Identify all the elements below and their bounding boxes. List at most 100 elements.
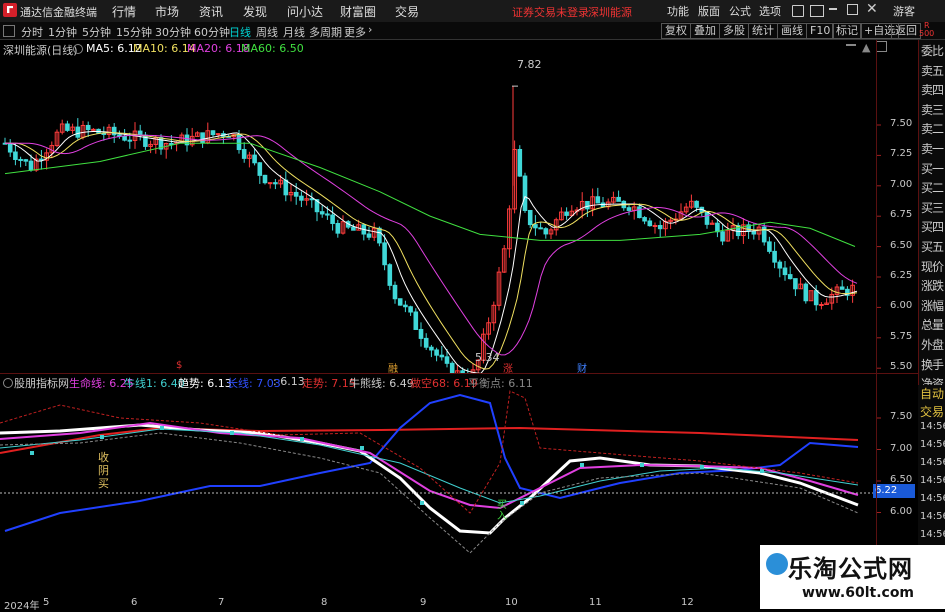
menu-jiaoyi[interactable]: 交易 — [395, 3, 419, 20]
period-15min[interactable]: 15分钟 — [116, 24, 152, 40]
menu-shichang[interactable]: 市场 — [155, 3, 179, 20]
candle-body — [538, 227, 543, 230]
quote-item-3: 卖三 — [921, 102, 944, 117]
candle-body — [241, 149, 247, 159]
candle-body — [777, 261, 783, 269]
quote-item-14: 总量 — [921, 318, 944, 333]
quote-item-10: 买五 — [921, 240, 944, 254]
candle-body — [839, 286, 845, 290]
chevron-right-icon[interactable]: › — [368, 23, 372, 36]
huaxian-button[interactable]: 画线 — [777, 23, 807, 39]
candle-body — [13, 151, 18, 160]
watermark-url: www.60lt.com — [802, 585, 915, 601]
candle-body — [517, 148, 523, 177]
trade-item-1[interactable]: 交易 — [920, 403, 945, 420]
candle-body — [122, 135, 127, 141]
r-500-label: 500 — [919, 29, 935, 38]
candle-body — [434, 349, 439, 356]
period-more[interactable]: 更多 — [344, 24, 366, 40]
menu-zixun[interactable]: 资讯 — [199, 3, 223, 20]
candle-body — [252, 154, 257, 164]
candle-body — [293, 191, 299, 197]
price-tick-8: 5.50 — [890, 361, 913, 372]
axis-label-10: 10 — [505, 597, 518, 608]
candle-body — [236, 134, 242, 151]
menu-hangqing[interactable]: 行情 — [112, 3, 136, 20]
biaoji-button[interactable]: 标记 — [832, 23, 862, 39]
candle-body — [351, 226, 356, 231]
period-fenshi[interactable]: 分时 — [21, 24, 43, 40]
app-title: 通达信金融终端 — [20, 6, 97, 19]
candlestick-chart[interactable]: 深圳能源(日线) MA5: 6.12 MA10: 6.14 MA20: 6.18… — [0, 40, 918, 375]
quote-item-12: 涨跌 — [921, 279, 944, 294]
fuquan-button[interactable]: 复权 — [661, 23, 691, 39]
buy-annotation: 收阴买 — [98, 451, 109, 490]
period-60min[interactable]: 60分钟 — [194, 24, 230, 40]
duogu-button[interactable]: 多股 — [719, 23, 749, 39]
app-logo-icon — [3, 3, 17, 17]
quote-item-6: 买一 — [921, 161, 944, 176]
f10-button[interactable]: F10 — [806, 23, 835, 39]
period-30min[interactable]: 30分钟 — [155, 24, 191, 40]
diejia-button[interactable]: 叠加 — [690, 23, 720, 39]
maximize-icon[interactable] — [847, 4, 858, 15]
period-monthly[interactable]: 月线 — [283, 24, 305, 40]
sub-price-tick-1: 7.00 — [890, 442, 913, 454]
ma20-line — [5, 134, 858, 356]
minimize-icon[interactable] — [829, 8, 837, 10]
quote-item-13: 涨幅 — [921, 298, 944, 313]
candle-body — [642, 217, 647, 222]
candle-body — [413, 311, 419, 330]
menu-banmian[interactable]: 版面 — [698, 3, 720, 19]
period-1min[interactable]: 1分钟 — [48, 24, 77, 40]
candle-body — [283, 179, 289, 196]
candle-body — [366, 233, 372, 238]
candle-body — [325, 213, 330, 216]
grid-icon[interactable] — [3, 25, 15, 37]
candle-body — [564, 211, 569, 216]
candle-body — [169, 143, 174, 146]
candle-body — [647, 220, 653, 227]
period-multi[interactable]: 多周期 — [309, 24, 342, 40]
menu-gongneng[interactable]: 功能 — [667, 3, 689, 19]
candle-body — [127, 139, 133, 142]
guest-label[interactable]: 游客 — [893, 3, 915, 19]
candle-body — [382, 242, 387, 266]
site-watermark: 乐淘公式网 www.60lt.com — [760, 545, 945, 609]
candle-body — [819, 304, 824, 307]
quote-item-9: 买四 — [921, 220, 944, 235]
candle-body — [273, 182, 278, 185]
signal-marker — [360, 446, 364, 450]
tongji-button[interactable]: 统计 — [748, 23, 778, 39]
candle-body — [652, 225, 658, 228]
login-alert[interactable]: 证券交易未登录 — [512, 4, 589, 20]
trade-item-0[interactable]: 自动 — [920, 385, 945, 402]
trade-item-2: 14:56 — [920, 421, 945, 432]
period-weekly[interactable]: 周线 — [256, 24, 278, 40]
axis-label-9: 9 — [420, 597, 427, 608]
layout-icon[interactable] — [792, 5, 804, 17]
menu-caifuquan[interactable]: 财富圈 — [340, 3, 376, 20]
candle-body — [782, 267, 788, 276]
window-icon[interactable] — [810, 5, 824, 17]
axis-label-11: 11 — [589, 597, 602, 608]
candle-body — [65, 123, 70, 131]
back-button[interactable]: 返回 — [891, 23, 921, 39]
candle-body — [299, 195, 304, 201]
period-daily[interactable]: 日线 — [229, 24, 251, 40]
axis-label-8: 8 — [321, 597, 328, 608]
menu-xuanxiang[interactable]: 选项 — [759, 3, 781, 19]
watermark-logo-icon — [766, 553, 788, 575]
zuokong-line — [0, 390, 859, 514]
main-chart-svg — [2, 85, 881, 373]
stock-name-title: 深圳能源 — [588, 6, 632, 19]
candle-body — [585, 200, 590, 210]
price-tick-5: 6.25 — [890, 269, 913, 281]
period-5min[interactable]: 5分钟 — [82, 24, 111, 40]
candle-body — [397, 298, 403, 306]
close-icon[interactable]: ✕ — [866, 1, 878, 17]
menu-gongshi[interactable]: 公式 — [729, 3, 751, 19]
menu-wenxiaoda[interactable]: 问小达 — [287, 3, 323, 20]
menu-faxian[interactable]: 发现 — [243, 3, 267, 20]
candle-body — [449, 362, 455, 373]
